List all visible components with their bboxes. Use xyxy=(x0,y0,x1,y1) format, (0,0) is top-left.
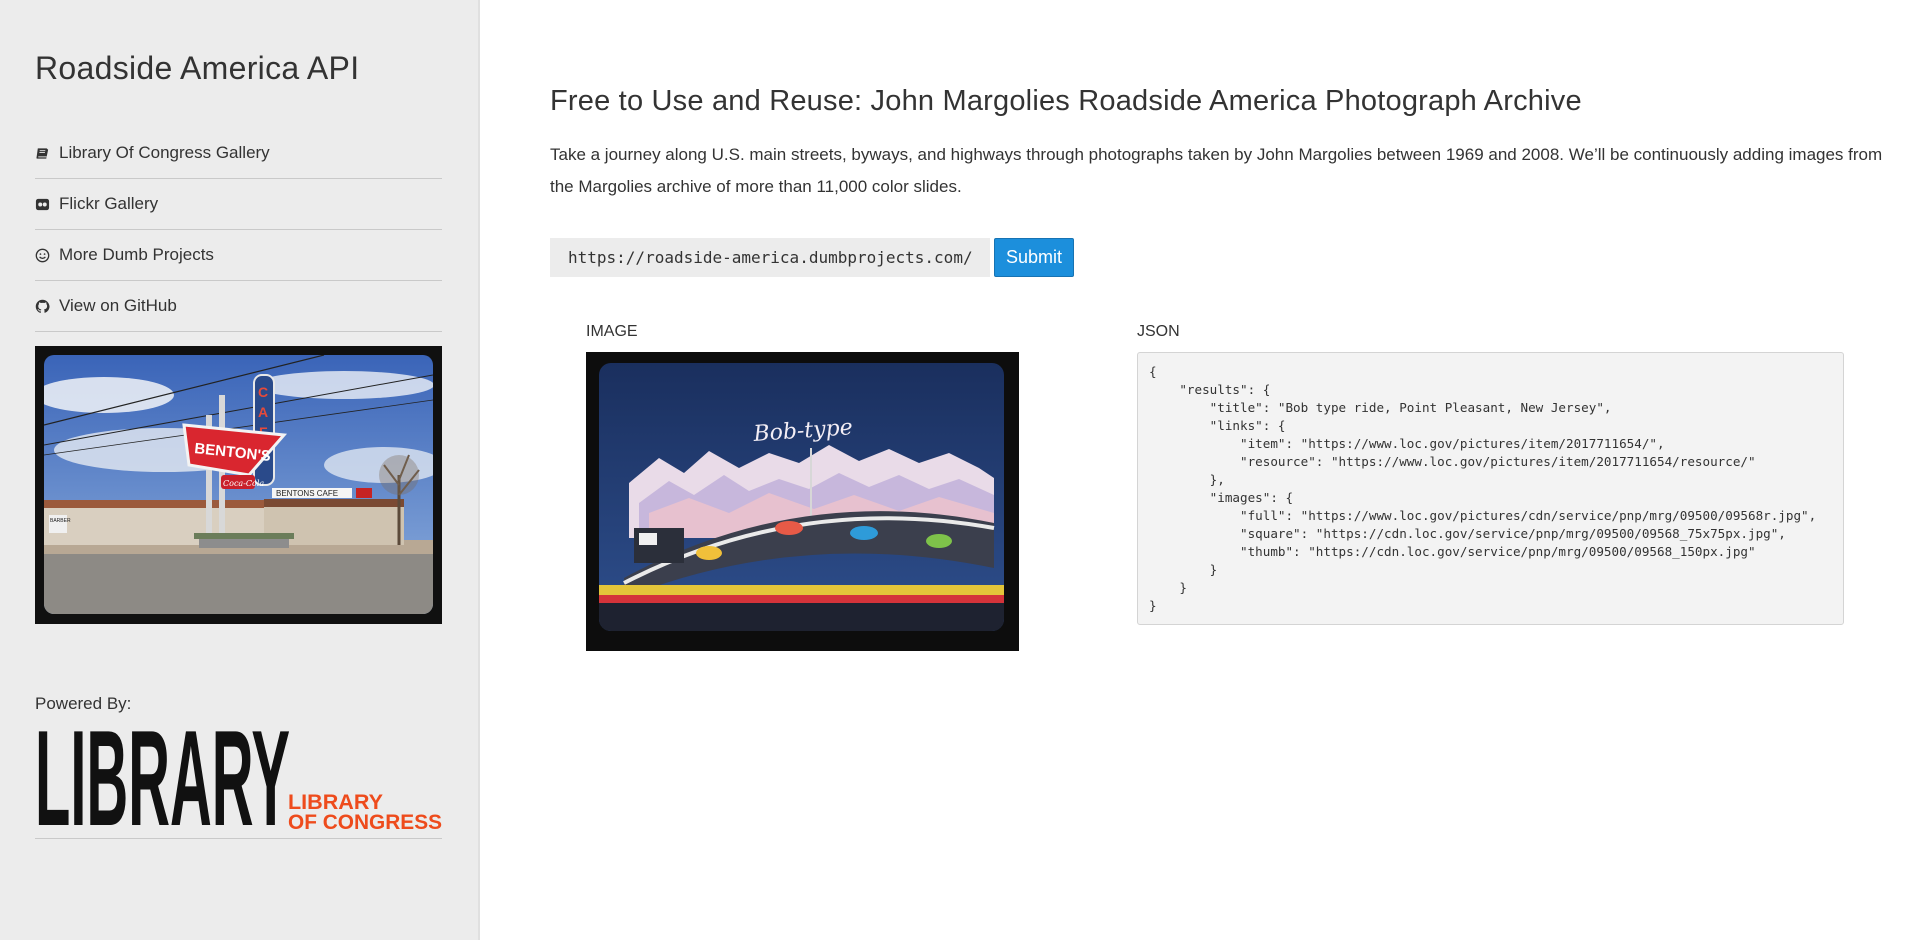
page-description: Take a journey along U.S. main streets, … xyxy=(550,145,1883,196)
svg-text:OF CONGRESS: OF CONGRESS xyxy=(288,811,442,832)
svg-text:BARBER: BARBER xyxy=(50,518,71,524)
json-section-label: JSON xyxy=(1137,323,1180,340)
json-response[interactable]: { "results": { "title": "Bob type ride, … xyxy=(1137,352,1844,625)
bentons-cafe-photo: BENTONS CAFE BARBER C A F E BENTON'S Coc… xyxy=(44,355,433,614)
github-icon xyxy=(35,299,59,314)
svg-text:BENTONS CAFE: BENTONS CAFE xyxy=(276,489,338,498)
nav-label: Flickr Gallery xyxy=(59,194,159,213)
book-icon xyxy=(35,146,59,161)
smile-icon xyxy=(35,248,59,263)
nav-label: More Dumb Projects xyxy=(59,245,214,264)
page-title: Free to Use and Reuse: John Margolies Ro… xyxy=(550,85,1582,117)
bob-type-ride-photo: Bob-type xyxy=(599,363,1004,631)
flickr-icon xyxy=(35,197,59,212)
nav-item-library-of-congress-gallery[interactable]: Library Of Congress Gallery xyxy=(35,128,442,179)
powered-by-label: Powered By: xyxy=(35,694,132,713)
svg-text:LIBRARY: LIBRARY xyxy=(35,724,290,832)
svg-text:A: A xyxy=(258,404,268,420)
nav-label: View on GitHub xyxy=(59,296,177,315)
api-request-bar: Submit xyxy=(550,238,1074,277)
image-section-label: IMAGE xyxy=(586,323,638,340)
sidebar-nav: Library Of Congress Gallery Flickr Galle… xyxy=(35,128,442,332)
nav-label: Library Of Congress Gallery xyxy=(59,143,270,162)
nav-item-more-dumb-projects[interactable]: More Dumb Projects xyxy=(35,230,442,281)
sidebar-photo[interactable]: BENTONS CAFE BARBER C A F E BENTON'S Coc… xyxy=(35,346,442,624)
result-image[interactable]: Bob-type xyxy=(586,352,1019,651)
nav-item-view-on-github[interactable]: View on GitHub xyxy=(35,281,442,332)
library-of-congress-logo[interactable]: LIBRARY LIBRARY OF CONGRESS xyxy=(35,702,442,854)
nav-item-flickr-gallery[interactable]: Flickr Gallery xyxy=(35,179,442,230)
submit-button[interactable]: Submit xyxy=(994,238,1074,277)
svg-text:Coca-Cola: Coca-Cola xyxy=(223,479,264,488)
site-title[interactable]: Roadside America API xyxy=(35,50,359,87)
svg-text:C: C xyxy=(258,384,268,400)
api-url-input[interactable] xyxy=(550,238,990,277)
sidebar: Roadside America API Library Of Congress… xyxy=(0,0,480,940)
